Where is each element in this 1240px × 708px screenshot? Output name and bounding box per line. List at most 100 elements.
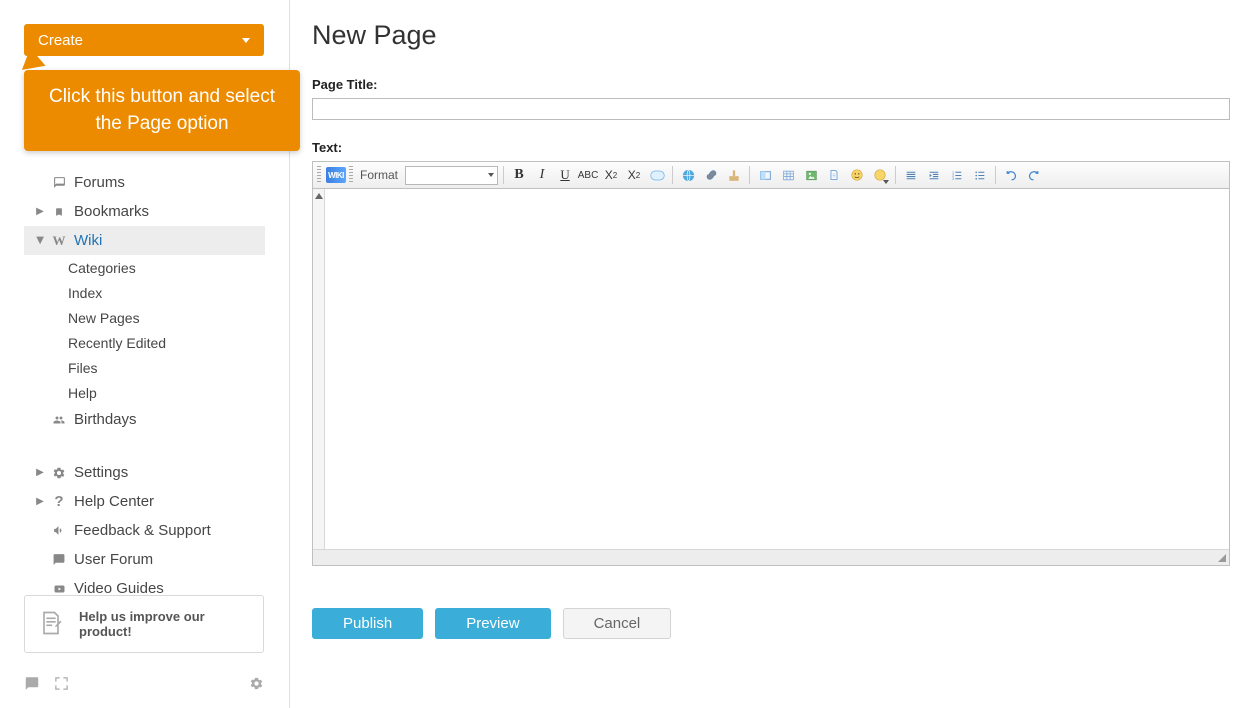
nav-separator — [24, 434, 265, 458]
link-button[interactable] — [678, 165, 698, 185]
format-label: Format — [358, 168, 402, 182]
page-title-input[interactable] — [312, 98, 1230, 120]
numbered-list-button[interactable]: 123 — [947, 165, 967, 185]
toolbar-separator — [895, 166, 896, 184]
nav-label: Feedback & Support — [74, 522, 211, 539]
collapse-arrow-icon[interactable]: ▶ — [35, 237, 46, 245]
page-title-label: Page Title: — [312, 77, 1230, 92]
expand-arrow-icon[interactable]: ▶ — [36, 467, 44, 478]
expand-arrow-icon[interactable]: ▶ — [36, 496, 44, 507]
create-button-label: Create — [38, 32, 83, 49]
subnav-index[interactable]: Index — [68, 280, 265, 305]
wiki-w-icon: W — [50, 233, 68, 249]
wiki-subnav: Categories Index New Pages Recently Edit… — [24, 255, 265, 405]
sidebar-nav: ▶ Forums ▶ Bookmarks ▶ W Wiki Categories… — [24, 168, 265, 603]
strikethrough-button[interactable]: ABC — [578, 165, 598, 185]
collapse-toolbar-button[interactable] — [313, 189, 325, 549]
chat-icon[interactable] — [24, 676, 40, 694]
sidebar-item-birthdays[interactable]: ▶ Birthdays — [24, 405, 265, 434]
callout-text: Click this button and select the Page op… — [49, 86, 275, 134]
megaphone-icon — [50, 524, 68, 537]
redo-button[interactable] — [1024, 165, 1044, 185]
editor-content-area[interactable] — [325, 189, 1229, 549]
macro-button[interactable] — [755, 165, 775, 185]
document-pencil-icon — [37, 609, 65, 640]
text-label: Text: — [312, 140, 1230, 155]
resize-grip-icon[interactable] — [1218, 554, 1226, 562]
fullscreen-icon[interactable] — [54, 676, 69, 694]
wiki-toggle-button[interactable]: WIKI — [326, 165, 346, 185]
special-char-button[interactable] — [870, 165, 890, 185]
anchor-button[interactable] — [724, 165, 744, 185]
bookmark-icon — [50, 205, 68, 219]
expand-arrow-icon[interactable]: ▶ — [36, 206, 44, 217]
toolbar-separator — [749, 166, 750, 184]
unlink-button[interactable] — [701, 165, 721, 185]
instruction-callout: Click this button and select the Page op… — [24, 70, 300, 151]
nav-label: Forums — [74, 174, 125, 191]
nav-label: Bookmarks — [74, 203, 149, 220]
bullet-list-button[interactable] — [970, 165, 990, 185]
subnav-recently-edited[interactable]: Recently Edited — [68, 330, 265, 355]
page-button[interactable] — [824, 165, 844, 185]
sidebar-item-feedback[interactable]: ▶ Feedback & Support — [24, 516, 265, 545]
remove-format-button[interactable] — [647, 165, 667, 185]
table-button[interactable] — [778, 165, 798, 185]
subnav-help[interactable]: Help — [68, 380, 265, 405]
cancel-button[interactable]: Cancel — [563, 608, 672, 639]
editor-status-bar — [313, 549, 1229, 565]
justify-button[interactable] — [901, 165, 921, 185]
main-content: New Page Page Title: Text: WIKI Format B… — [312, 20, 1230, 639]
svg-text:3: 3 — [952, 176, 954, 180]
preview-button[interactable]: Preview — [435, 608, 550, 639]
nav-label: Settings — [74, 464, 128, 481]
sidebar-item-help-center[interactable]: ▶ ? Help Center — [24, 487, 265, 516]
sidebar-item-bookmarks[interactable]: ▶ Bookmarks — [24, 197, 265, 226]
smiley-button[interactable] — [847, 165, 867, 185]
subnav-categories[interactable]: Categories — [68, 255, 265, 280]
underline-button[interactable]: U — [555, 165, 575, 185]
image-button[interactable] — [801, 165, 821, 185]
improve-product-box[interactable]: Help us improve our product! — [24, 595, 264, 653]
youtube-icon — [50, 583, 68, 595]
toolbar-separator — [672, 166, 673, 184]
create-button[interactable]: Create — [24, 24, 264, 56]
nav-label: Birthdays — [74, 411, 137, 428]
italic-button[interactable]: I — [532, 165, 552, 185]
chevron-down-icon — [488, 173, 494, 177]
sidebar: Create Click this button and select the … — [0, 0, 290, 708]
rich-text-editor: WIKI Format B I U ABC X2 X2 — [312, 161, 1230, 566]
triangle-up-icon — [315, 193, 323, 199]
settings-gear-icon[interactable] — [249, 676, 264, 694]
sidebar-item-wiki[interactable]: ▶ W Wiki — [24, 226, 265, 255]
editor-body — [313, 189, 1229, 549]
editor-toolbar: WIKI Format B I U ABC X2 X2 — [313, 162, 1229, 189]
toolbar-handle — [317, 166, 321, 184]
toolbar-separator — [995, 166, 996, 184]
dropdown-caret-icon — [242, 38, 250, 43]
wiki-badge-icon: WIKI — [326, 167, 346, 183]
outdent-button[interactable] — [924, 165, 944, 185]
chevron-down-icon — [883, 180, 889, 184]
improve-label: Help us improve our product! — [79, 609, 251, 639]
sidebar-footer — [24, 676, 264, 694]
nav-label: User Forum — [74, 551, 153, 568]
sidebar-item-user-forum[interactable]: ▶ User Forum — [24, 545, 265, 574]
publish-button[interactable]: Publish — [312, 608, 423, 639]
nav-label: Help Center — [74, 493, 154, 510]
people-icon — [50, 414, 68, 426]
undo-button[interactable] — [1001, 165, 1021, 185]
nav-label: Wiki — [74, 232, 102, 249]
subnav-files[interactable]: Files — [68, 355, 265, 380]
comment-solid-icon — [50, 553, 68, 566]
superscript-button[interactable]: X2 — [624, 165, 644, 185]
format-dropdown[interactable] — [405, 166, 498, 185]
sidebar-item-settings[interactable]: ▶ Settings — [24, 458, 265, 487]
question-icon: ? — [50, 493, 68, 510]
sidebar-item-forums[interactable]: ▶ Forums — [24, 168, 265, 197]
gear-icon — [50, 466, 68, 480]
page-title: New Page — [312, 20, 1230, 51]
subnav-new-pages[interactable]: New Pages — [68, 305, 265, 330]
bold-button[interactable]: B — [509, 165, 529, 185]
subscript-button[interactable]: X2 — [601, 165, 621, 185]
